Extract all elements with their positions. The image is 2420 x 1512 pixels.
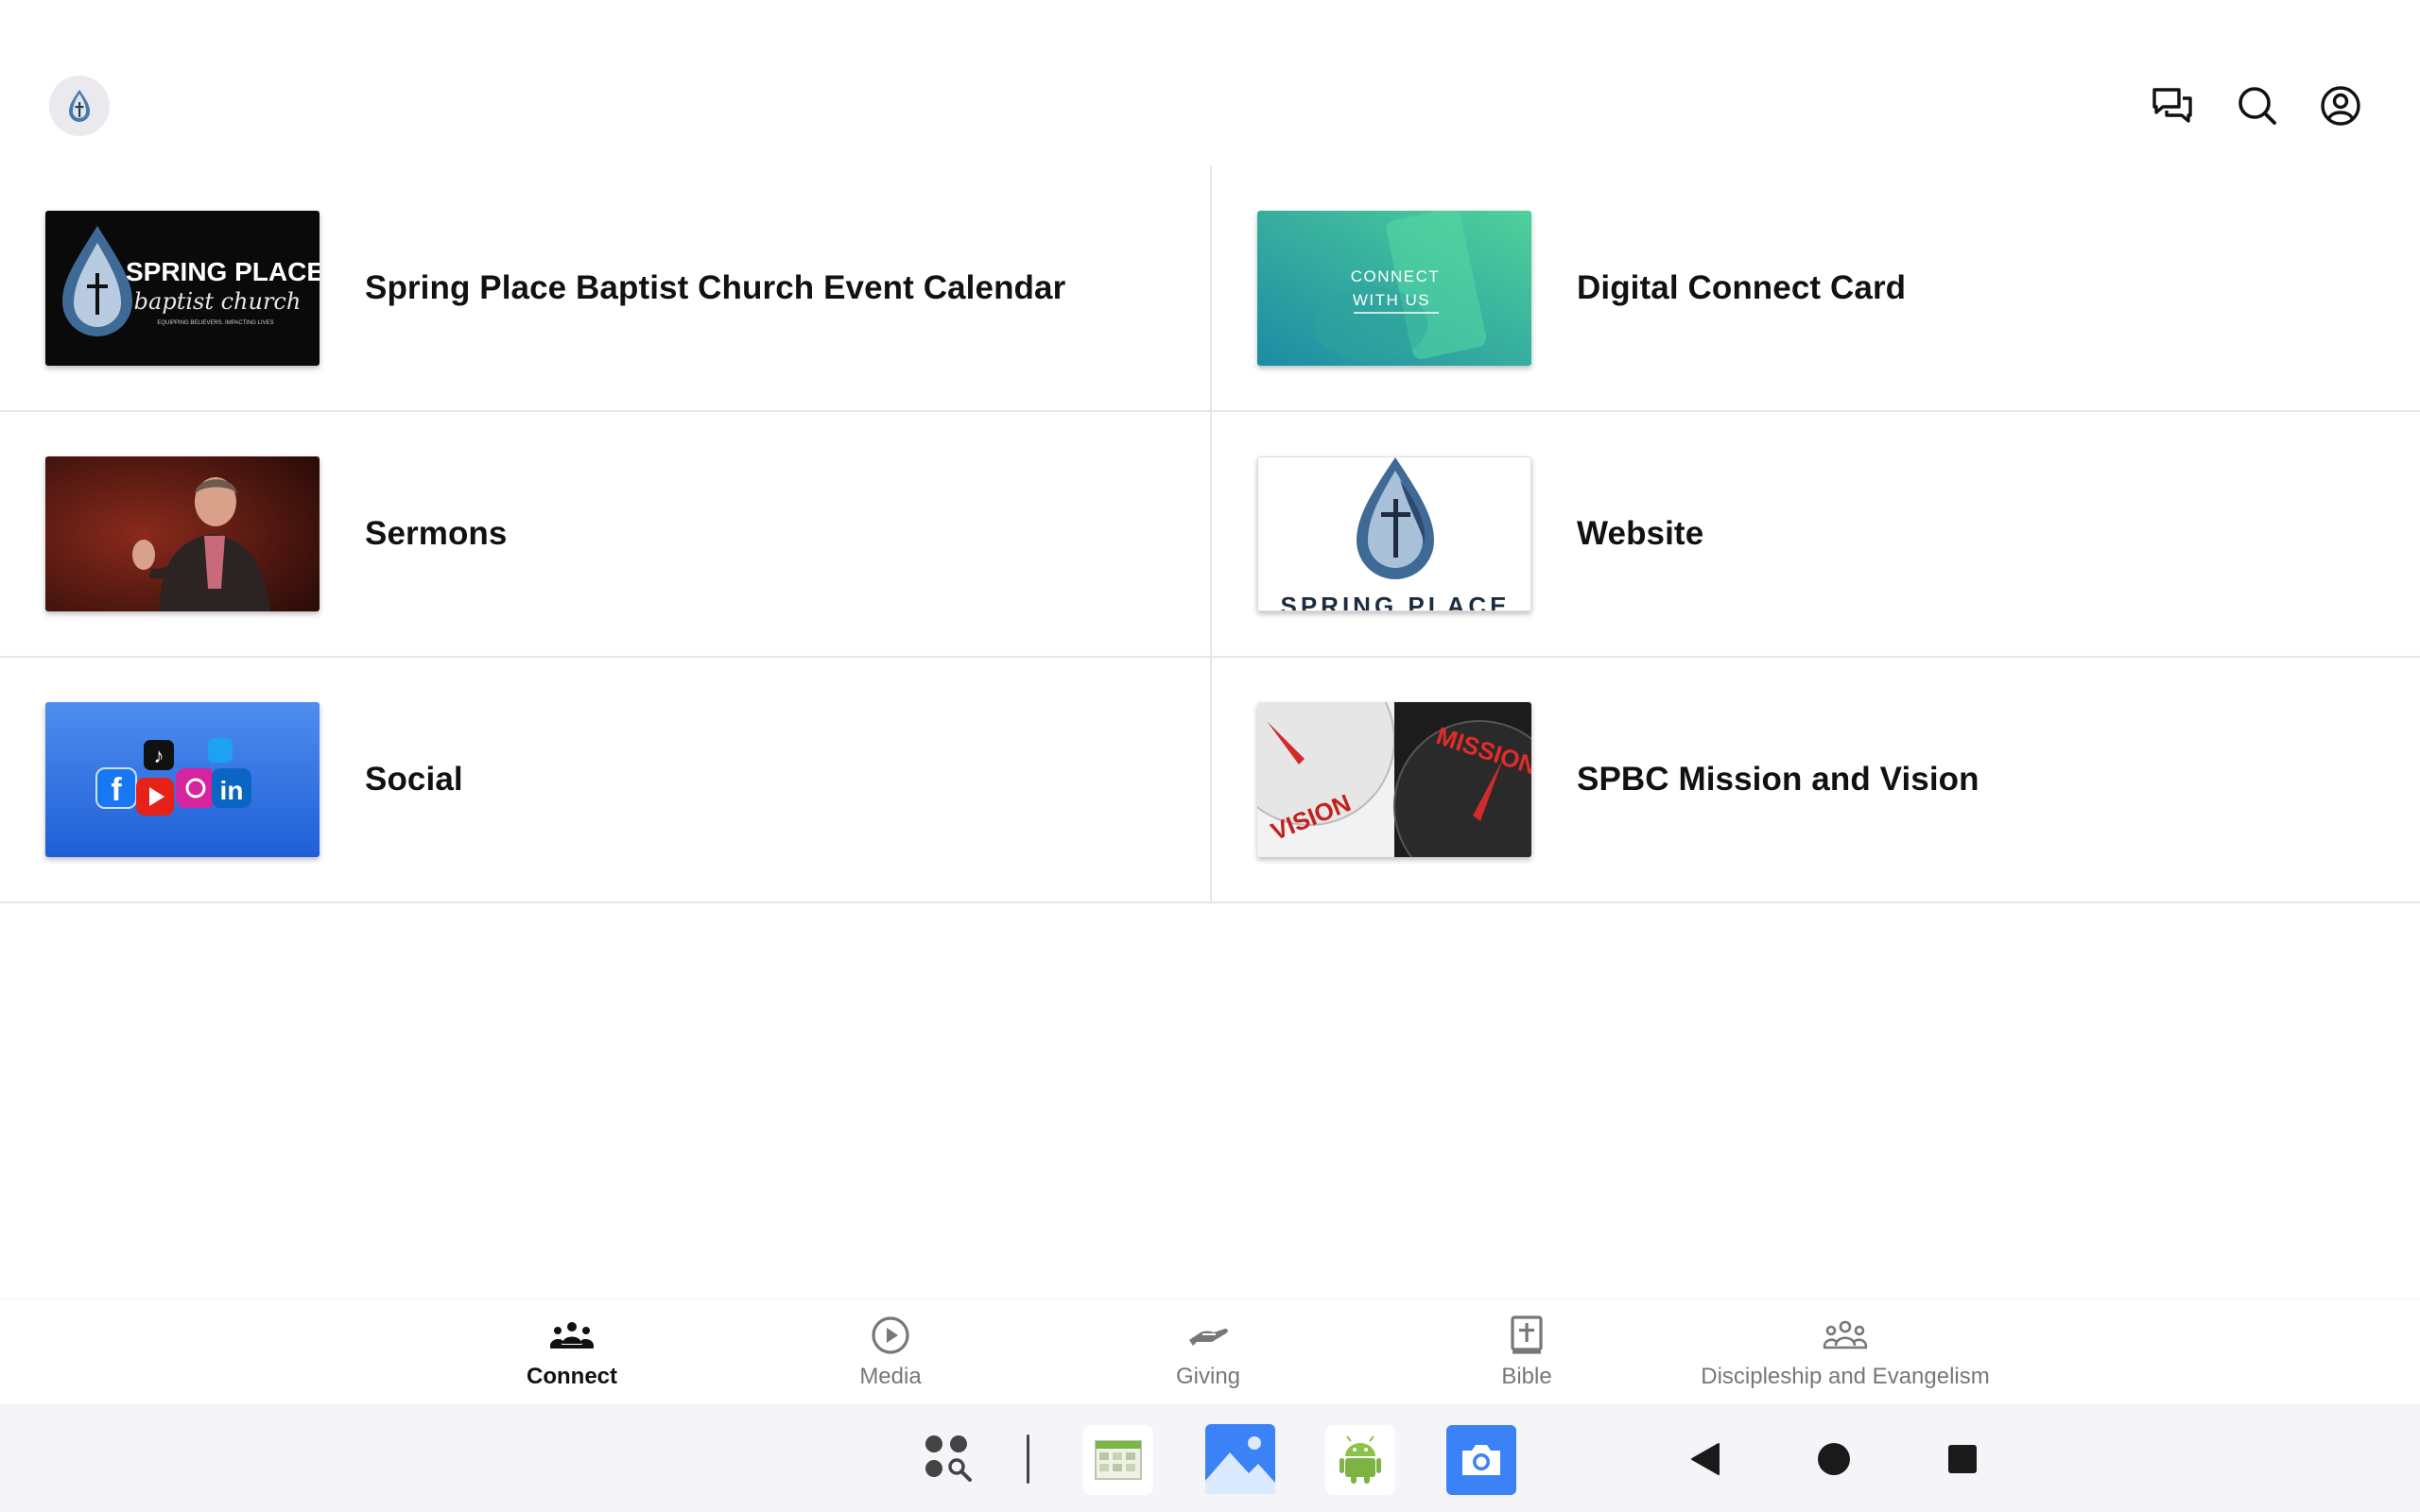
messages-button[interactable] bbox=[2150, 83, 2195, 129]
tab-discipleship-evangelism[interactable]: Discipleship and Evangelism bbox=[1683, 1299, 2008, 1405]
search-button[interactable] bbox=[2235, 83, 2280, 129]
giving-hand-icon bbox=[1189, 1329, 1228, 1346]
calendar-app-button[interactable] bbox=[1083, 1425, 1153, 1495]
tab-label: Media bbox=[859, 1364, 922, 1389]
back-icon bbox=[1691, 1443, 1720, 1475]
messages-icon bbox=[2152, 88, 2192, 123]
app-search-button[interactable] bbox=[919, 1429, 979, 1489]
play-circle-icon bbox=[872, 1316, 909, 1354]
grid-item-sermons[interactable]: Sermons bbox=[0, 412, 1210, 658]
grid-item-label: Social bbox=[365, 761, 463, 798]
website-logo-text: SPRING PLACE bbox=[1280, 592, 1510, 611]
svg-text:in: in bbox=[220, 776, 244, 805]
connect-line1: CONNECT bbox=[1351, 267, 1441, 285]
account-button[interactable] bbox=[2318, 83, 2363, 129]
church-logo-button[interactable] bbox=[49, 76, 110, 136]
app-search-icon bbox=[925, 1435, 972, 1482]
tab-label: Giving bbox=[1175, 1364, 1241, 1389]
camera-app-icon bbox=[1462, 1445, 1500, 1475]
home-icon bbox=[1818, 1443, 1850, 1475]
logo-line3: EQUIPPING BELIEVERS. IMPACTING LIVES bbox=[157, 320, 273, 326]
android-app-icon bbox=[1340, 1435, 1381, 1484]
grid-item-label: Website bbox=[1577, 515, 1704, 552]
calendar-app-icon bbox=[1095, 1440, 1142, 1480]
home-button[interactable] bbox=[1815, 1440, 1853, 1478]
tab-connect[interactable]: Connect bbox=[501, 1299, 643, 1405]
tab-bible[interactable]: Bible bbox=[1473, 1299, 1581, 1405]
grid-item-website[interactable]: SPRING PLACE Website bbox=[1210, 412, 2420, 658]
gallery-app-icon bbox=[1205, 1424, 1275, 1494]
app-header bbox=[0, 0, 2420, 166]
tab-giving[interactable]: Giving bbox=[1151, 1299, 1265, 1405]
grid-item-label: Spring Place Baptist Church Event Calend… bbox=[365, 269, 1066, 306]
search-icon bbox=[2238, 87, 2276, 125]
svg-text:♪: ♪ bbox=[154, 744, 164, 767]
android-app-button[interactable] bbox=[1325, 1425, 1395, 1495]
grid-item-label: SPBC Mission and Vision bbox=[1577, 761, 1979, 798]
svg-text:f: f bbox=[111, 772, 122, 808]
tab-label: Discipleship and Evangelism bbox=[1701, 1364, 1990, 1389]
connect-grid: SPRING PLACE baptist church EQUIPPING BE… bbox=[0, 166, 2420, 903]
taskbar-divider bbox=[1027, 1435, 1029, 1484]
grid-item-label: Sermons bbox=[365, 515, 508, 552]
sermons-thumbnail bbox=[45, 456, 320, 611]
connect-card-thumbnail: CONNECT WITH US bbox=[1257, 211, 1531, 366]
grid-item-digital-connect-card[interactable]: CONNECT WITH US Digital Connect Card bbox=[1210, 166, 2420, 412]
website-thumbnail: SPRING PLACE bbox=[1257, 456, 1531, 611]
bottom-tab-bar: Connect Media Giving Bible Discipleship … bbox=[0, 1298, 2420, 1404]
gallery-app-button[interactable] bbox=[1204, 1423, 1276, 1495]
camera-app-button[interactable] bbox=[1446, 1425, 1516, 1495]
tab-label: Connect bbox=[527, 1364, 617, 1389]
account-icon bbox=[2321, 86, 2360, 126]
logo-line2: baptist church bbox=[134, 288, 302, 315]
recents-button[interactable] bbox=[1945, 1442, 1979, 1476]
spring-place-drop-logo-icon bbox=[69, 90, 90, 122]
recents-icon bbox=[1948, 1445, 1977, 1473]
connect-line2: WITH US bbox=[1353, 291, 1430, 309]
tab-label: Bible bbox=[1501, 1364, 1552, 1389]
event-calendar-thumbnail: SPRING PLACE baptist church EQUIPPING BE… bbox=[45, 211, 320, 366]
grid-item-label: Digital Connect Card bbox=[1577, 269, 1907, 306]
grid-item-event-calendar[interactable]: SPRING PLACE baptist church EQUIPPING BE… bbox=[0, 166, 1210, 412]
logo-line1: SPRING PLACE bbox=[126, 257, 320, 286]
back-button[interactable] bbox=[1685, 1440, 1726, 1478]
people-group-icon bbox=[550, 1322, 594, 1349]
grid-item-social[interactable]: f in ♪ Social bbox=[0, 658, 1210, 903]
people-group-outline-icon bbox=[1823, 1320, 1868, 1349]
tab-media[interactable]: Media bbox=[832, 1299, 949, 1405]
mission-vision-thumbnail: VISION MISSION bbox=[1257, 702, 1531, 857]
bible-icon bbox=[1511, 1315, 1543, 1354]
grid-item-mission-vision[interactable]: VISION MISSION SPBC Mission and Vision bbox=[1210, 658, 2420, 903]
social-thumbnail: f in ♪ bbox=[45, 702, 320, 857]
